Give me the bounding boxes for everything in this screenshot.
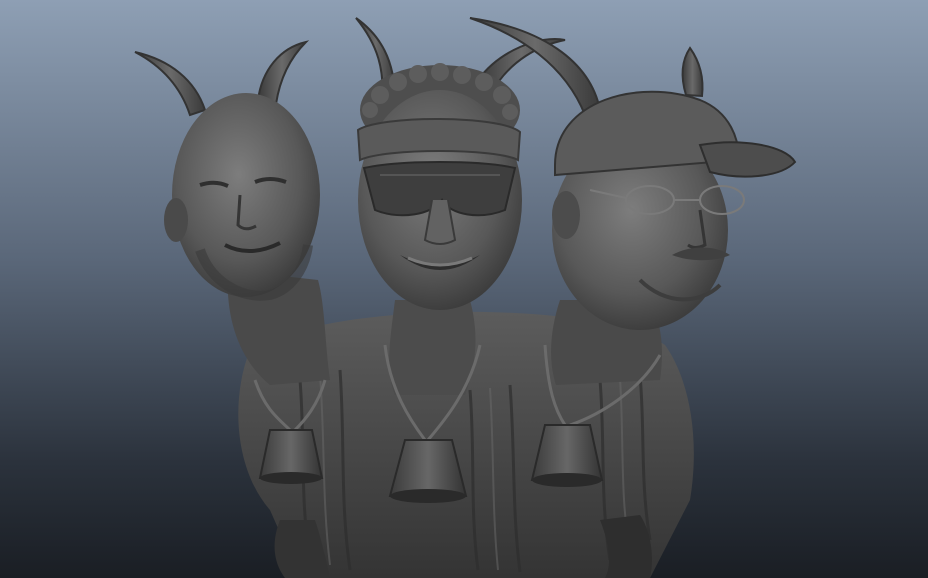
cowbell-icon — [530, 424, 604, 481]
cowbell-right — [530, 424, 604, 487]
cowbell-left — [258, 429, 324, 484]
cowbell-icon — [258, 429, 324, 479]
viewport — [0, 0, 928, 578]
sculpt-render — [0, 0, 928, 578]
